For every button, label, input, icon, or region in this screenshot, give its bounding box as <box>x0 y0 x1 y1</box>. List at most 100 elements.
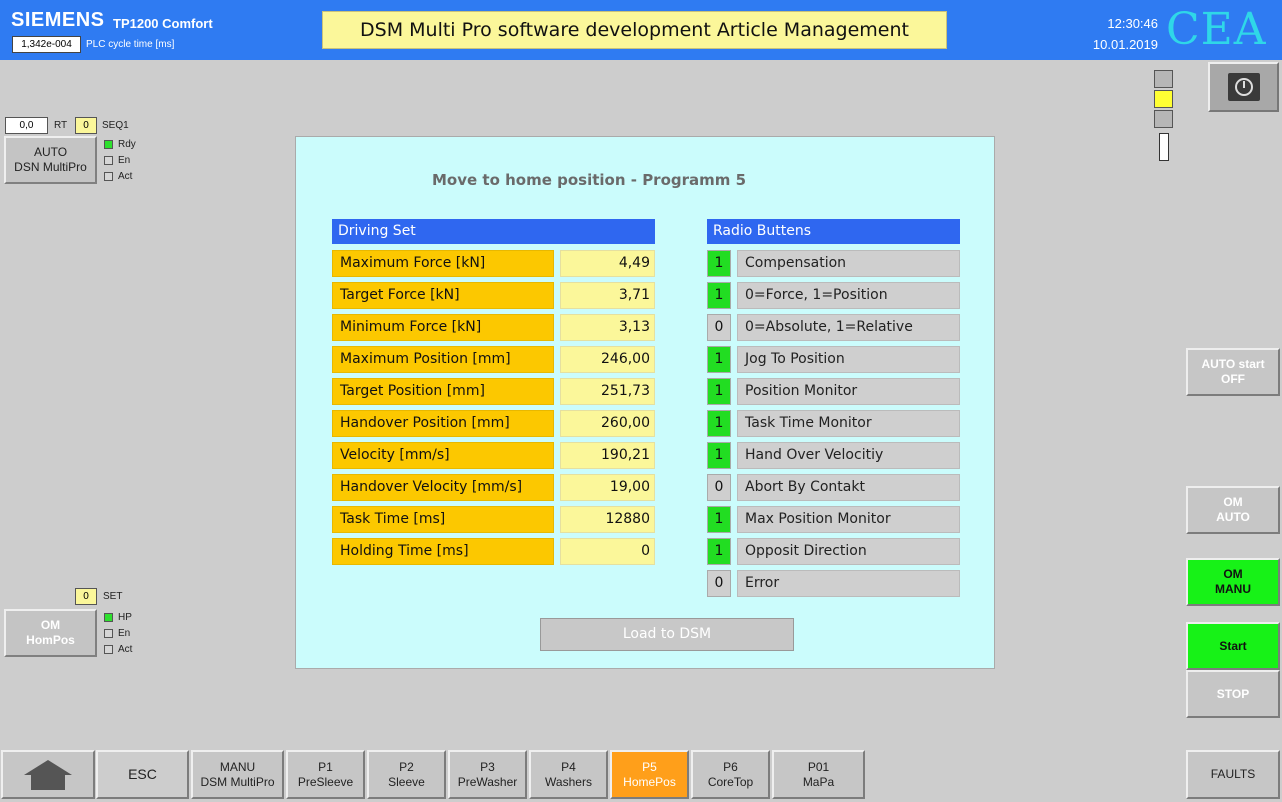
auto-start-off-button[interactable]: AUTO start OFF <box>1186 348 1280 396</box>
esc-label: ESC <box>128 766 157 782</box>
nav-line1: MANU <box>219 759 256 774</box>
led-rdy-label: Rdy <box>118 139 136 150</box>
param-value-holding-time[interactable]: 0 <box>560 538 655 565</box>
om-auto-line1: OM <box>1223 495 1243 509</box>
set-value: 0 <box>75 588 97 605</box>
param-label: Handover Position [mm] <box>332 410 554 437</box>
radio-label: Error <box>737 570 960 597</box>
nav-p2-sleeve[interactable]: P2 Sleeve <box>367 750 446 799</box>
header-bar: SIEMENS TP1200 Comfort 1,342e-004 PLC cy… <box>0 0 1282 60</box>
rt-label: RT <box>54 120 68 131</box>
param-label: Velocity [mm/s] <box>332 442 554 469</box>
led-act: Act <box>104 171 132 182</box>
nav-p3-prewasher[interactable]: P3 PreWasher <box>448 750 527 799</box>
nav-p6-coretop[interactable]: P6 CoreTop <box>691 750 770 799</box>
status-indicator-2 <box>1154 90 1173 108</box>
nav-line1: P6 <box>723 759 738 774</box>
nav-line2: MaPa <box>802 774 835 789</box>
faults-button[interactable]: FAULTS <box>1186 750 1280 799</box>
radio-state-toggle[interactable]: 1 <box>707 378 731 405</box>
param-value-handover-velocity[interactable]: 19,00 <box>560 474 655 501</box>
param-label: Maximum Force [kN] <box>332 250 554 277</box>
om-hompos-button[interactable]: OM HomPos <box>4 609 97 657</box>
om-auto-button[interactable]: OM AUTO <box>1186 486 1280 534</box>
param-label: Maximum Position [mm] <box>332 346 554 373</box>
nav-p4-washers[interactable]: P4 Washers <box>529 750 608 799</box>
auto-start-line1: AUTO start <box>1201 357 1265 371</box>
led-act-label: Act <box>118 171 133 182</box>
radio-state-toggle[interactable]: 1 <box>707 442 731 469</box>
radio-state-toggle[interactable]: 0 <box>707 474 731 501</box>
radio-state-toggle[interactable]: 1 <box>707 538 731 565</box>
param-value-task-time[interactable]: 12880 <box>560 506 655 533</box>
esc-button[interactable]: ESC <box>96 750 189 799</box>
param-label: Target Force [kN] <box>332 282 554 309</box>
home-button[interactable] <box>1 750 95 799</box>
om-button-line2: HomPos <box>26 633 75 647</box>
auto-button-line2: DSN MultiPro <box>14 160 87 174</box>
auto-button-line1: AUTO <box>33 145 68 159</box>
param-value-handover-position[interactable]: 260,00 <box>560 410 655 437</box>
radio-state-error: 0 <box>707 570 731 597</box>
nav-line2: CoreTop <box>707 774 754 789</box>
radio-state-toggle[interactable]: 1 <box>707 346 731 373</box>
param-value-velocity[interactable]: 190,21 <box>560 442 655 469</box>
nav-line2: Sleeve <box>388 774 425 789</box>
nav-p5-homepos[interactable]: P5 HomePos <box>610 750 689 799</box>
brand-name: SIEMENS <box>11 9 105 31</box>
auto-dsn-multipro-button[interactable]: AUTO DSN MultiPro <box>4 136 97 184</box>
nav-p01-mapa[interactable]: P01 MaPa <box>772 750 865 799</box>
plc-cycle-value: 1,342e-004 <box>12 36 81 53</box>
led-hp-icon <box>104 613 113 622</box>
radio-state-toggle[interactable]: 0 <box>707 314 731 341</box>
param-value-target-force[interactable]: 3,71 <box>560 282 655 309</box>
nav-manu-dsm-multipro[interactable]: MANU DSM MultiPro <box>191 750 284 799</box>
load-to-dsm-button[interactable]: Load to DSM <box>540 618 794 651</box>
radio-state-toggle[interactable]: 1 <box>707 282 731 309</box>
param-label: Task Time [ms] <box>332 506 554 533</box>
radio-state-toggle[interactable]: 1 <box>707 506 731 533</box>
radio-label: Hand Over Velocitiy <box>737 442 960 469</box>
homepos-panel: Move to home position - Programm 5 Drivi… <box>295 136 995 669</box>
start-label: Start <box>1219 638 1247 653</box>
om-manu-line1: OM <box>1223 567 1243 581</box>
start-button[interactable]: Start <box>1186 622 1280 670</box>
set-label: SET <box>103 591 123 602</box>
radio-label: Task Time Monitor <box>737 410 960 437</box>
param-label: Minimum Force [kN] <box>332 314 554 341</box>
led-om-act: Act <box>104 644 132 655</box>
status-indicator-3 <box>1154 110 1173 128</box>
om-manu-line2: MANU <box>1215 582 1251 596</box>
faults-label: FAULTS <box>1210 767 1256 781</box>
param-value-min-force[interactable]: 3,13 <box>560 314 655 341</box>
status-level-bar <box>1159 133 1169 161</box>
om-manu-button[interactable]: OM MANU <box>1186 558 1280 606</box>
led-en-label: En <box>118 155 131 166</box>
led-en: En <box>104 155 130 166</box>
home-icon <box>24 759 72 790</box>
seq-label: SEQ1 <box>102 120 129 131</box>
led-om-en-icon <box>104 629 113 638</box>
radio-state-toggle[interactable]: 1 <box>707 410 731 437</box>
param-value-max-force[interactable]: 4,49 <box>560 250 655 277</box>
param-value-target-position[interactable]: 251,73 <box>560 378 655 405</box>
nav-line1: P01 <box>807 759 830 774</box>
led-om-act-icon <box>104 645 113 654</box>
nav-line1: P4 <box>561 759 576 774</box>
page-title: DSM Multi Pro software development Artic… <box>322 11 947 49</box>
radio-label: Compensation <box>737 250 960 277</box>
nav-p1-presleeve[interactable]: P1 PreSleeve <box>286 750 365 799</box>
stop-button[interactable]: STOP <box>1186 670 1280 718</box>
param-label: Holding Time [ms] <box>332 538 554 565</box>
radio-label: Opposit Direction <box>737 538 960 565</box>
seq-value: 0 <box>75 117 97 134</box>
nav-line2: PreSleeve <box>297 774 354 789</box>
radio-label: 0=Absolute, 1=Relative <box>737 314 960 341</box>
driving-set-header: Driving Set <box>332 219 655 244</box>
param-label: Handover Velocity [mm/s] <box>332 474 554 501</box>
radio-state-toggle[interactable]: 1 <box>707 250 731 277</box>
om-button-line1: OM <box>40 618 61 632</box>
param-value-max-position[interactable]: 246,00 <box>560 346 655 373</box>
clock-date: 10.01.2019 <box>1092 37 1158 52</box>
power-button[interactable] <box>1208 62 1279 112</box>
